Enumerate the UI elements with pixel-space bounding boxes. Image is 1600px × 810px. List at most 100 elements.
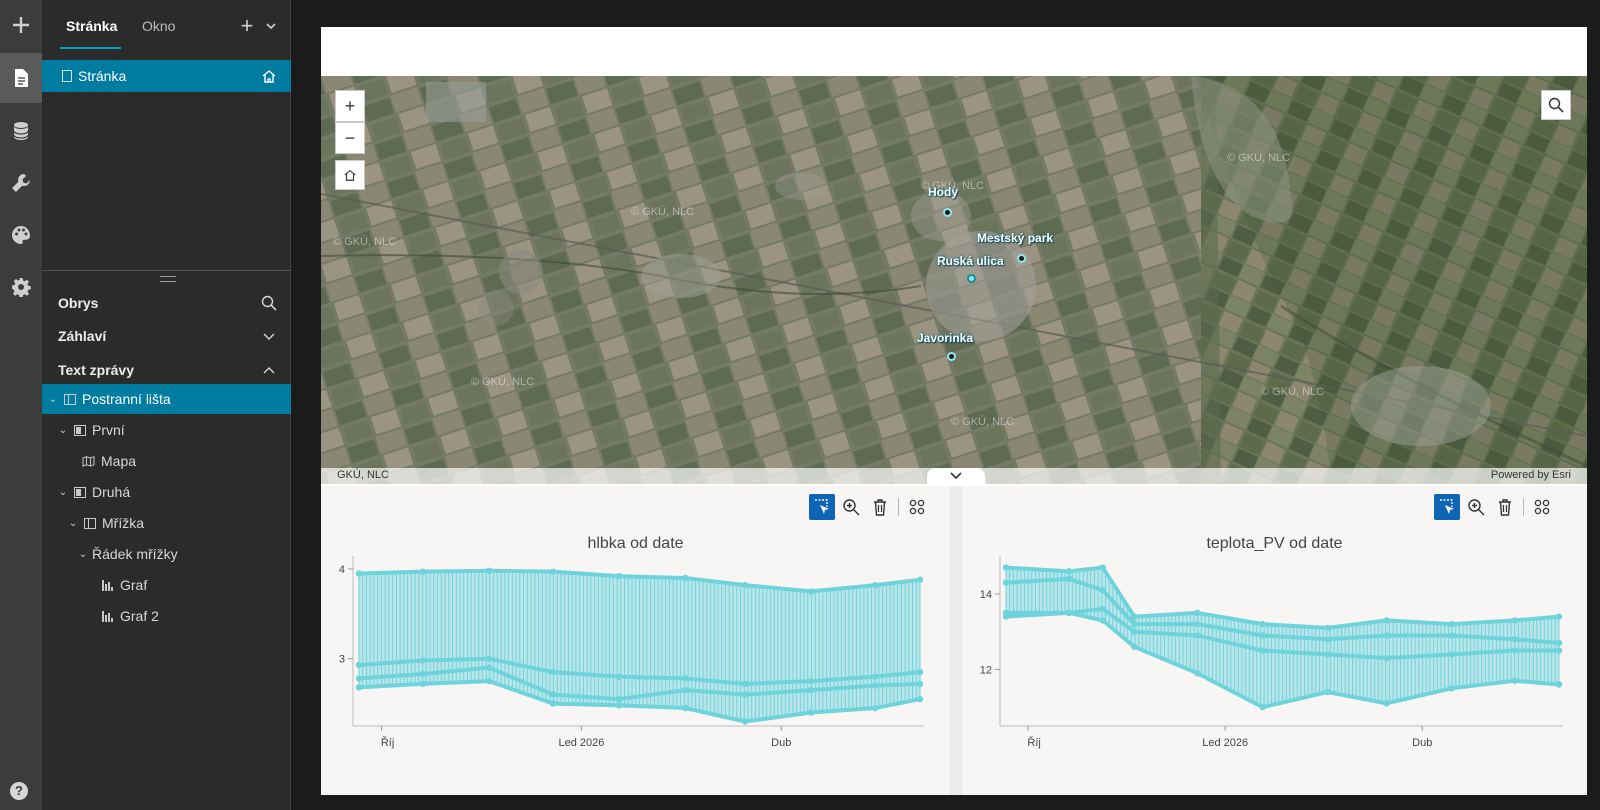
map-watermark: © GKÚ, NLC bbox=[1261, 386, 1325, 398]
map-point-label: Ruská ulica bbox=[937, 254, 1004, 268]
home-icon bbox=[344, 169, 356, 181]
clear-selection-button[interactable] bbox=[1492, 494, 1518, 520]
data-point bbox=[741, 680, 749, 688]
x-tick-label: Říj bbox=[1027, 736, 1040, 749]
add-page-button[interactable]: + bbox=[237, 14, 257, 38]
data-point bbox=[1099, 564, 1106, 571]
chart-title: hlbka od date bbox=[587, 535, 684, 552]
data-point bbox=[872, 682, 879, 689]
caret-down-icon[interactable]: ⌄ bbox=[58, 487, 68, 498]
home-icon[interactable] bbox=[261, 68, 277, 84]
x-tick-label: Led 2026 bbox=[1202, 737, 1248, 749]
toolbar-divider bbox=[1523, 498, 1524, 516]
add-icon[interactable] bbox=[0, 0, 42, 50]
trash-icon bbox=[1499, 499, 1511, 516]
data-icon[interactable] bbox=[0, 106, 42, 156]
data-point bbox=[549, 568, 557, 575]
tree-item-graf-2[interactable]: Graf 2 bbox=[42, 601, 291, 631]
help-icon[interactable]: ? bbox=[10, 782, 28, 800]
bar-chart-icon bbox=[102, 579, 114, 591]
map-widget[interactable]: © GKÚ, NLC © GKÚ, NLC © GKÚ, NLC © GKÚ, … bbox=[321, 76, 1587, 484]
data-point bbox=[1448, 632, 1455, 639]
caret-down-icon[interactable]: ⌄ bbox=[68, 518, 78, 529]
data-point bbox=[682, 686, 689, 694]
data-point bbox=[419, 568, 427, 575]
more-tools-button[interactable] bbox=[1529, 494, 1555, 520]
tree-item-grid-row[interactable]: ⌄ Řádek mřížky bbox=[42, 539, 291, 569]
selection-button[interactable] bbox=[809, 494, 835, 520]
chart-plot[interactable]: 12 14 Říj Led 2026 Dub bbox=[962, 556, 1587, 795]
chevron-up-icon[interactable] bbox=[261, 362, 277, 378]
data-point bbox=[616, 572, 623, 580]
chart-widget-1: hlbka od date 3 4 Říj Led 2026 Dub bbox=[321, 486, 950, 795]
zoom-in-button[interactable]: + bbox=[335, 90, 365, 122]
map-watermark: © GKÚ, NLC bbox=[471, 376, 535, 388]
page-canvas: © GKÚ, NLC © GKÚ, NLC © GKÚ, NLC © GKÚ, … bbox=[321, 27, 1587, 795]
map-search-button[interactable] bbox=[1541, 90, 1571, 120]
page-icon[interactable] bbox=[0, 53, 42, 103]
panel-splitter[interactable] bbox=[42, 270, 291, 271]
tree-item-graf[interactable]: Graf bbox=[42, 570, 291, 600]
data-point bbox=[1383, 700, 1390, 707]
data-point bbox=[1324, 688, 1331, 696]
tree-item-mrizka[interactable]: ⌄ Mřížka bbox=[42, 508, 291, 538]
tree-item-label: První bbox=[92, 422, 125, 438]
caret-down-icon[interactable]: ⌄ bbox=[48, 394, 58, 405]
map-point-marker bbox=[943, 208, 952, 217]
data-point bbox=[1194, 620, 1201, 628]
tree-item-sidebar[interactable]: ⌄ Postranní lišta bbox=[42, 384, 291, 414]
more-tools-button[interactable] bbox=[904, 494, 930, 520]
data-point bbox=[1194, 632, 1201, 639]
section-body[interactable]: Text zprávy bbox=[42, 355, 291, 385]
data-point bbox=[1324, 624, 1331, 632]
chevron-down-icon[interactable] bbox=[261, 328, 277, 344]
data-point bbox=[485, 567, 493, 574]
data-point bbox=[1555, 681, 1563, 688]
x-tick-label: Led 2026 bbox=[558, 737, 604, 749]
page-icon bbox=[62, 70, 72, 82]
selection-button[interactable] bbox=[1434, 494, 1460, 520]
chart-toolbar bbox=[809, 494, 930, 520]
select-cursor-icon bbox=[1440, 499, 1454, 514]
attribution-source: GKÚ, NLC bbox=[337, 469, 389, 481]
page-list-item[interactable]: Stránka bbox=[42, 60, 291, 92]
zoom-button[interactable] bbox=[838, 494, 864, 520]
chevron-down-icon[interactable] bbox=[264, 16, 278, 36]
attribution-esri[interactable]: Powered by Esri bbox=[1491, 469, 1571, 481]
zoom-out-button[interactable]: − bbox=[335, 122, 365, 154]
section-icon bbox=[74, 486, 86, 498]
data-point bbox=[872, 673, 879, 680]
chart-plot[interactable]: 3 4 Říj Led 2026 Dub bbox=[321, 556, 950, 795]
caret-down-icon[interactable]: ⌄ bbox=[78, 549, 88, 560]
wrench-icon[interactable] bbox=[0, 158, 42, 208]
tree-item-label: Mapa bbox=[101, 453, 137, 469]
tree-item-mapa[interactable]: Mapa bbox=[42, 446, 291, 476]
tree-item-druha[interactable]: ⌄ Druhá bbox=[42, 477, 291, 507]
x-tick-label: Říj bbox=[381, 736, 394, 749]
data-point bbox=[1259, 620, 1266, 628]
data-point bbox=[1555, 613, 1563, 620]
data-point bbox=[616, 673, 623, 680]
grid-gutter[interactable] bbox=[950, 486, 962, 795]
trash-icon bbox=[874, 499, 886, 516]
map-point-marker bbox=[1017, 254, 1026, 263]
data-point bbox=[355, 661, 363, 669]
tree-item-prvni[interactable]: ⌄ První bbox=[42, 415, 291, 445]
section-header[interactable]: Záhlaví bbox=[42, 321, 291, 351]
palette-icon[interactable] bbox=[0, 210, 42, 260]
tab-okno[interactable]: Okno bbox=[142, 18, 175, 34]
home-button[interactable] bbox=[335, 160, 365, 190]
map-point-marker bbox=[967, 274, 976, 283]
caret-down-icon[interactable]: ⌄ bbox=[58, 425, 68, 436]
zoom-button[interactable] bbox=[1463, 494, 1489, 520]
data-point bbox=[1511, 617, 1519, 624]
clear-selection-button[interactable] bbox=[867, 494, 893, 520]
settings-gear-icon[interactable] bbox=[0, 262, 42, 312]
data-point bbox=[1511, 647, 1519, 654]
tab-stranka[interactable]: Stránka bbox=[66, 18, 117, 34]
collapse-map-button[interactable] bbox=[927, 468, 985, 484]
resize-grip-icon[interactable] bbox=[160, 276, 176, 282]
data-point bbox=[1099, 617, 1106, 624]
search-icon[interactable] bbox=[261, 295, 277, 311]
data-point bbox=[355, 675, 363, 682]
